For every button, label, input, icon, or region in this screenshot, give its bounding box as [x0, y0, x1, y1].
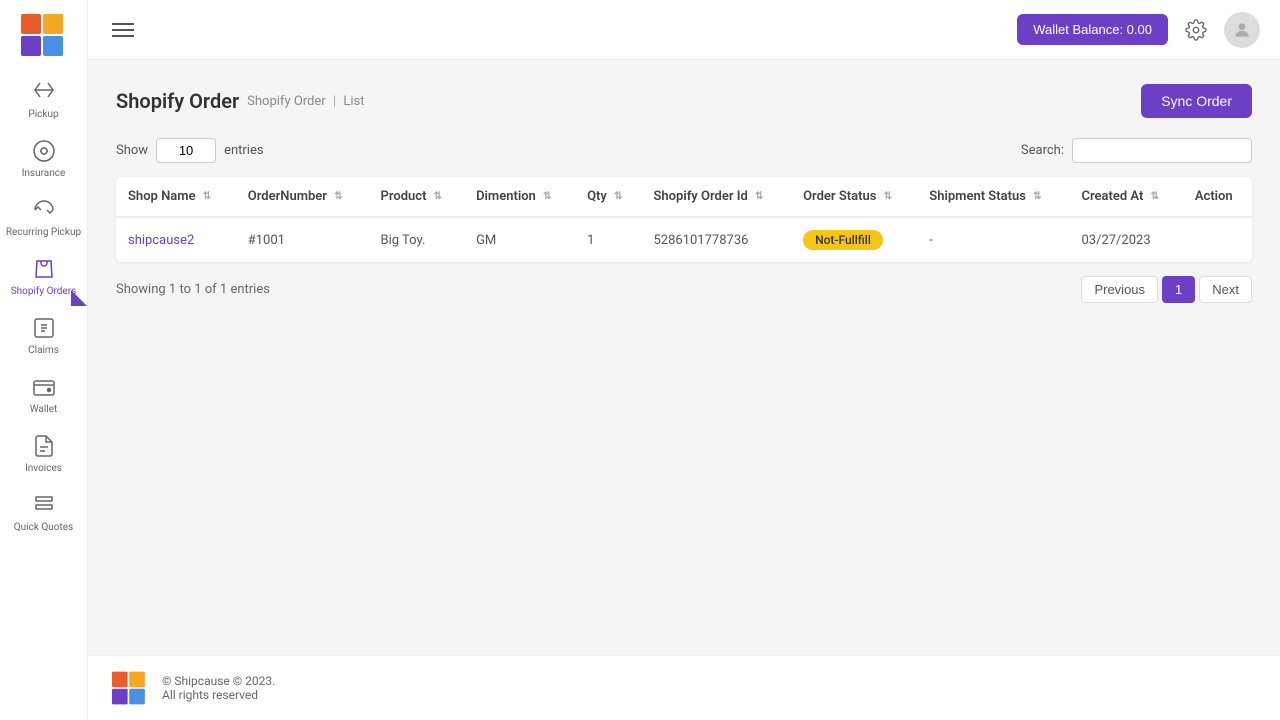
showing-text: Showing 1 to 1 of 1 entries [116, 282, 270, 297]
search-area: Search: [1021, 138, 1252, 163]
entries-input[interactable] [156, 138, 216, 163]
table-controls: Show entries Search: [116, 138, 1252, 163]
sidebar-item-claims[interactable]: Claims [0, 306, 87, 365]
col-dimention[interactable]: Dimention ⇅ [464, 177, 575, 217]
col-action: Action [1183, 177, 1252, 217]
cell-shipment-status: - [917, 217, 1069, 262]
sort-icon-shopify-order-id: ⇅ [755, 191, 763, 202]
col-shipment-status[interactable]: Shipment Status ⇅ [917, 177, 1069, 217]
insurance-icon [30, 137, 58, 165]
pagination: Previous 1 Next [1081, 276, 1252, 303]
sidebar-item-recurring-label: Recurring Pickup [6, 227, 81, 239]
sidebar-item-recurring-pickup[interactable]: Recurring Pickup [0, 188, 87, 247]
orders-table: Shop Name ⇅ OrderNumber ⇅ Product ⇅ Dime… [116, 177, 1252, 262]
content-area: Shopify Order Shopify Order | List Sync … [88, 60, 1280, 655]
orders-table-wrapper: Shop Name ⇅ OrderNumber ⇅ Product ⇅ Dime… [116, 177, 1252, 262]
cell-order-status: Not-Fullfill [791, 217, 917, 262]
sidebar-item-invoices[interactable]: Invoices [0, 424, 87, 483]
avatar[interactable] [1224, 12, 1260, 48]
prev-page-button[interactable]: Previous [1081, 276, 1158, 303]
sidebar-item-insurance[interactable]: Insurance [0, 129, 87, 188]
cell-created-at: 03/27/2023 [1069, 217, 1182, 262]
sort-icon-shop-name: ⇅ [203, 191, 211, 202]
main-area: Wallet Balance: 0.00 Shopify Order [88, 0, 1280, 720]
footer: © Shipcause © 2023. All rights reserved [88, 655, 1280, 720]
sidebar-item-shopify-label: Shopify Orders [11, 286, 77, 298]
col-shop-name[interactable]: Shop Name ⇅ [116, 177, 236, 217]
status-badge: Not-Fullfill [803, 230, 883, 250]
sidebar-item-pickup-label: Pickup [28, 109, 58, 121]
page-1-button[interactable]: 1 [1162, 276, 1195, 303]
sort-icon-product: ⇅ [434, 191, 442, 202]
quotes-icon [30, 491, 58, 519]
footer-copyright: © Shipcause © 2023. [162, 674, 275, 688]
claims-icon [30, 314, 58, 342]
cell-shop-name: shipcause2 [116, 217, 236, 262]
sort-icon-dimention: ⇅ [543, 191, 551, 202]
settings-icon[interactable] [1180, 14, 1212, 46]
breadcrumb-current: List [343, 94, 364, 109]
sort-icon-qty: ⇅ [614, 191, 622, 202]
cell-action [1183, 217, 1252, 262]
breadcrumb-link[interactable]: Shopify Order [247, 94, 326, 109]
show-entries-control: Show entries [116, 138, 264, 163]
table-header-row: Shop Name ⇅ OrderNumber ⇅ Product ⇅ Dime… [116, 177, 1252, 217]
footer-text: © Shipcause © 2023. All rights reserved [162, 674, 275, 702]
header: Wallet Balance: 0.00 [88, 0, 1280, 60]
page-header: Shopify Order Shopify Order | List Sync … [116, 84, 1252, 118]
sort-icon-order-status: ⇅ [884, 191, 892, 202]
wallet-icon [30, 373, 58, 401]
cell-qty: 1 [575, 217, 641, 262]
footer-logo [112, 670, 148, 706]
search-label: Search: [1021, 143, 1064, 158]
sync-order-button[interactable]: Sync Order [1141, 84, 1252, 118]
sidebar-item-quotes-label: Quick Quotes [14, 522, 73, 534]
wallet-balance-button[interactable]: Wallet Balance: 0.00 [1017, 14, 1168, 45]
sidebar: Pickup Insurance Recurring Pickup [0, 0, 88, 720]
table-row: shipcause2 #1001 Big Toy. GM 1 528610177… [116, 217, 1252, 262]
recurring-icon [30, 196, 58, 224]
col-shopify-order-id[interactable]: Shopify Order Id ⇅ [641, 177, 791, 217]
page-title: Shopify Order [116, 89, 239, 113]
col-product[interactable]: Product ⇅ [369, 177, 465, 217]
header-right: Wallet Balance: 0.00 [1017, 12, 1260, 48]
sidebar-item-quick-quotes[interactable]: Quick Quotes [0, 483, 87, 542]
pickup-icon [30, 78, 58, 106]
footer-rights: All rights reserved [162, 688, 275, 702]
header-left [108, 19, 138, 41]
show-label: Show [116, 143, 148, 158]
sort-icon-shipment-status: ⇅ [1033, 191, 1041, 202]
breadcrumb-separator: | [333, 94, 336, 109]
hamburger-button[interactable] [108, 19, 138, 41]
breadcrumb: Shopify Order | List [247, 94, 364, 109]
cell-order-number: #1001 [236, 217, 369, 262]
col-order-status[interactable]: Order Status ⇅ [791, 177, 917, 217]
table-footer: Showing 1 to 1 of 1 entries Previous 1 N… [116, 276, 1252, 303]
col-qty[interactable]: Qty ⇅ [575, 177, 641, 217]
col-order-number[interactable]: OrderNumber ⇅ [236, 177, 369, 217]
sidebar-item-wallet[interactable]: Wallet [0, 365, 87, 424]
invoices-icon [30, 432, 58, 460]
cell-product: Big Toy. [369, 217, 465, 262]
shopify-icon [30, 255, 58, 283]
sort-icon-created-at: ⇅ [1151, 191, 1159, 202]
cell-shopify-order-id: 5286101778736 [641, 217, 791, 262]
col-created-at[interactable]: Created At ⇅ [1069, 177, 1182, 217]
sidebar-item-wallet-label: Wallet [30, 404, 58, 416]
sidebar-item-invoices-label: Invoices [25, 463, 62, 475]
page-title-area: Shopify Order Shopify Order | List [116, 89, 364, 113]
sort-icon-order-number: ⇅ [334, 191, 342, 202]
logo [16, 10, 71, 60]
cell-dimention: GM [464, 217, 575, 262]
entries-label: entries [224, 143, 264, 158]
next-page-button[interactable]: Next [1199, 276, 1252, 303]
sidebar-item-insurance-label: Insurance [22, 168, 66, 180]
sidebar-item-claims-label: Claims [28, 345, 59, 357]
sidebar-item-shopify-orders[interactable]: Shopify Orders [0, 247, 87, 306]
sidebar-item-pickup[interactable]: Pickup [0, 70, 87, 129]
search-input[interactable] [1072, 138, 1252, 163]
